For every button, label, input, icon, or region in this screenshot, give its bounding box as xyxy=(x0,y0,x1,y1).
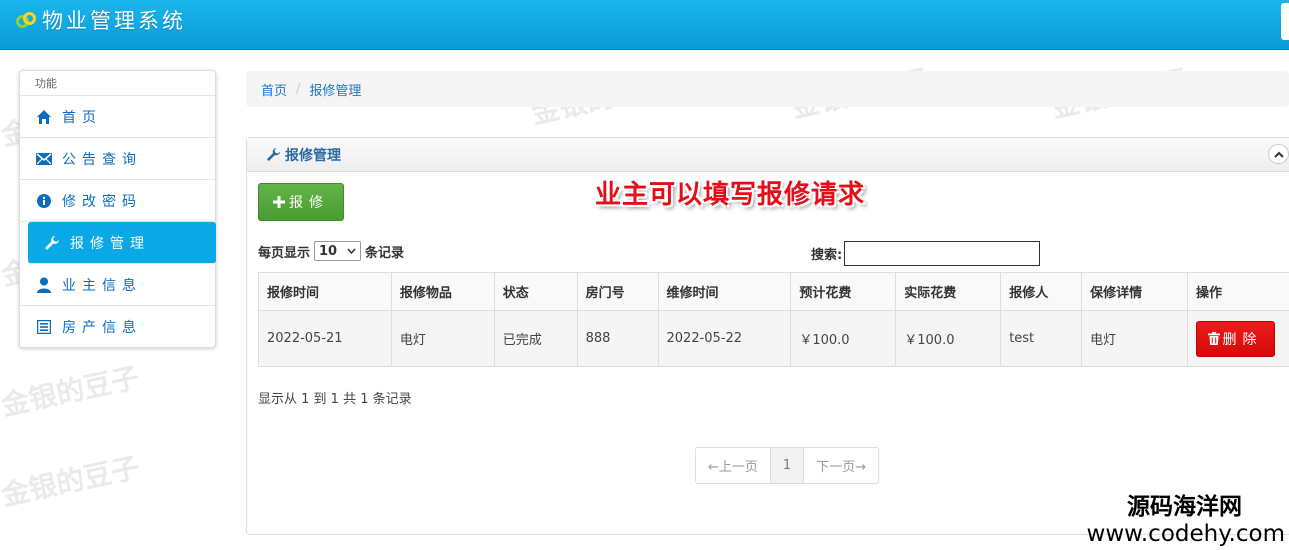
breadcrumb-home-link[interactable]: 首页 xyxy=(261,80,287,99)
table-cell: 电灯 xyxy=(1081,310,1188,367)
table-row: 2022-05-21 电灯 已完成 888 2022-05-22 ￥100.0 … xyxy=(258,310,1289,367)
sidebar-item-announcements[interactable]: 公告查询 xyxy=(20,138,215,180)
page-size-value: 10 xyxy=(319,243,338,259)
repair-panel: 报修管理 报修 业主可以填写报修请求 每页显示 10 条记录 搜索: 报修时间 … xyxy=(246,137,1289,535)
column-header[interactable]: 保修详情 xyxy=(1081,272,1188,311)
column-header[interactable]: 报修时间 xyxy=(258,272,392,311)
chevron-up-icon xyxy=(1273,151,1284,158)
table-cell: ￥100.0 xyxy=(790,310,897,367)
trash-icon xyxy=(1208,332,1221,345)
user-icon xyxy=(36,277,52,293)
table-cell: 电灯 xyxy=(390,310,495,367)
prev-page-button[interactable]: ←上一页 xyxy=(696,448,771,483)
column-header: 操作 xyxy=(1186,272,1289,311)
watermark: 金银的豆子 xyxy=(0,360,143,423)
search-control: 搜索: xyxy=(811,241,1041,266)
column-header[interactable]: 报修物品 xyxy=(390,272,495,311)
delete-button[interactable]: 删除 xyxy=(1195,320,1275,357)
table-header-row: 报修时间 报修物品 状态 房门号 维修时间 预计花费 实际花费 报修人 保修详情… xyxy=(258,272,1289,311)
sidebar-item-property-info[interactable]: 房产信息 xyxy=(20,306,215,348)
watermark: 金银的豆子 xyxy=(0,450,143,513)
breadcrumb-separator: / xyxy=(296,81,301,97)
sidebar: 功能 首页 公告查询 修改密码 报修管理 业主信息 房产信息 xyxy=(19,70,216,348)
sidebar-item-change-password[interactable]: 修改密码 xyxy=(20,180,215,222)
add-repair-button[interactable]: 报修 xyxy=(258,183,344,221)
table-cell: 已完成 xyxy=(493,310,578,367)
annotation-text: 业主可以填写报修请求 xyxy=(595,180,866,210)
page-size-select[interactable]: 10 xyxy=(314,241,362,261)
table-cell: 2022-05-22 xyxy=(657,310,792,367)
sidebar-item-owner-info[interactable]: 业主信息 xyxy=(20,264,215,306)
table-cell: test xyxy=(1000,310,1083,367)
page-size-suffix: 条记录 xyxy=(365,245,405,261)
current-page-button[interactable]: 1 xyxy=(770,448,805,483)
sidebar-item-home[interactable]: 首页 xyxy=(20,96,215,138)
next-page-button[interactable]: 下一页→ xyxy=(804,448,878,483)
sidebar-item-label: 修改密码 xyxy=(62,193,142,210)
column-header[interactable]: 维修时间 xyxy=(657,272,792,311)
sidebar-item-label: 房产信息 xyxy=(62,320,142,336)
page-size-prefix: 每页显示 xyxy=(258,245,311,261)
header-search-box[interactable] xyxy=(1281,3,1289,40)
sidebar-item-repair-management[interactable]: 报修管理 xyxy=(28,222,216,264)
top-header: 物业管理系统 xyxy=(0,0,1289,50)
delete-label: 删除 xyxy=(1222,331,1263,348)
site-url: www.codehy.com xyxy=(1086,521,1285,547)
sidebar-item-label: 首页 xyxy=(62,109,102,126)
breadcrumb: 首页 / 报修管理 xyxy=(246,71,1289,107)
pagination: ←上一页 1 下一页→ xyxy=(695,447,880,484)
sidebar-heading: 功能 xyxy=(20,71,215,96)
home-icon xyxy=(36,109,52,125)
page-size-control: 每页显示 10 条记录 xyxy=(258,241,404,261)
brand[interactable]: 物业管理系统 xyxy=(16,8,186,33)
column-header[interactable]: 状态 xyxy=(493,272,578,311)
column-header[interactable]: 实际花费 xyxy=(895,272,1002,311)
plus-icon xyxy=(273,196,285,208)
sidebar-item-label: 报修管理 xyxy=(70,235,150,252)
site-name: 源码海洋网 xyxy=(1127,494,1242,520)
site-watermark: 源码海洋网 www.codehy.com xyxy=(1087,494,1285,548)
app-title: 物业管理系统 xyxy=(42,9,186,33)
sidebar-item-label: 公告查询 xyxy=(62,151,142,168)
wrench-icon xyxy=(266,147,281,162)
logo-icon xyxy=(16,9,38,31)
search-input[interactable] xyxy=(844,241,1041,266)
wrench-icon xyxy=(44,235,60,251)
repair-table: 报修时间 报修物品 状态 房门号 维修时间 预计花费 实际花费 报修人 保修详情… xyxy=(258,272,1289,367)
sidebar-item-label: 业主信息 xyxy=(62,277,142,294)
table-cell: 2022-05-21 xyxy=(258,310,392,367)
chevron-down-icon xyxy=(347,248,356,254)
breadcrumb-current-link[interactable]: 报修管理 xyxy=(309,80,361,99)
record-count-info: 显示从 1 到 1 共 1 条记录 xyxy=(258,392,412,407)
panel-header: 报修管理 xyxy=(247,138,1289,172)
collapse-button[interactable] xyxy=(1268,144,1289,164)
column-header[interactable]: 房门号 xyxy=(576,272,659,311)
panel-title: 报修管理 xyxy=(285,147,341,164)
table-cell: ￥100.0 xyxy=(895,310,1002,367)
envelope-icon xyxy=(36,151,52,167)
search-label: 搜索: xyxy=(811,248,843,263)
table-cell-action: 删除 xyxy=(1186,310,1289,367)
column-header[interactable]: 预计花费 xyxy=(790,272,897,311)
list-icon xyxy=(36,319,52,335)
add-repair-label: 报修 xyxy=(289,195,329,211)
info-icon xyxy=(36,193,52,209)
table-cell: 888 xyxy=(576,310,659,367)
column-header[interactable]: 报修人 xyxy=(1000,272,1083,311)
